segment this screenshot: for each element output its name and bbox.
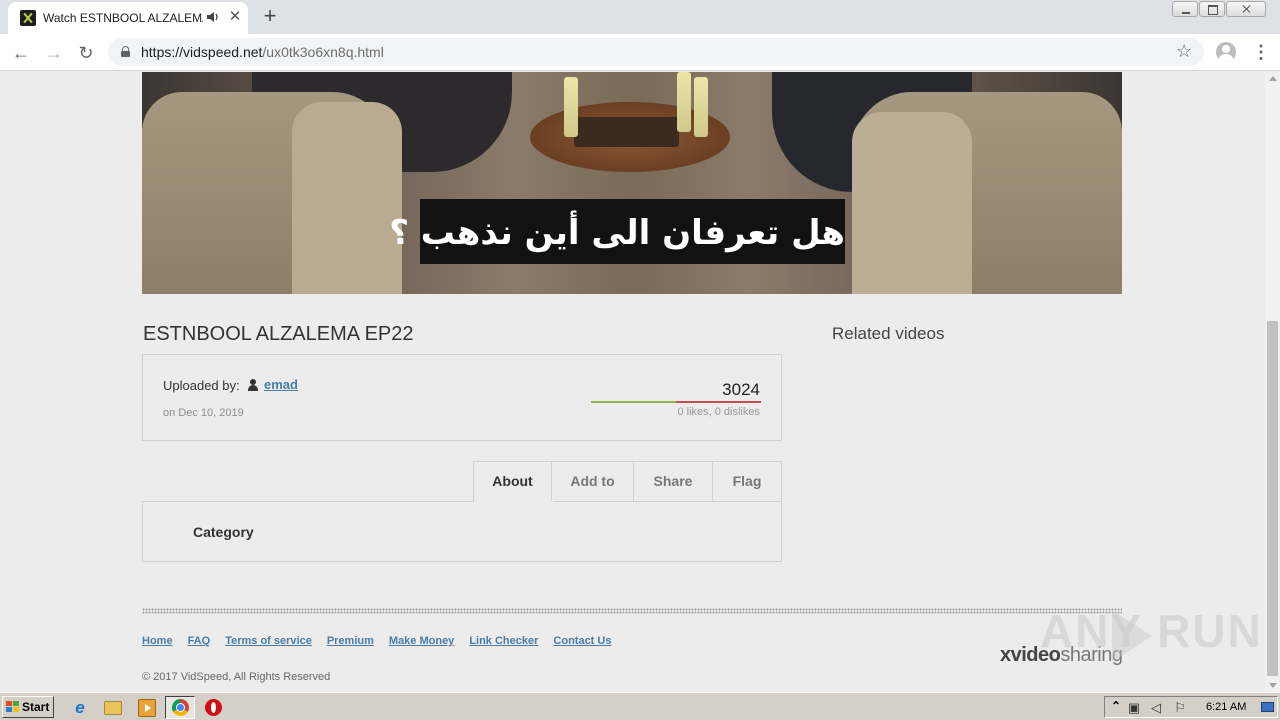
system-tray: ⌃ ▣ ◁ ⚐ 6:21 AM <box>1104 696 1278 718</box>
video-title: ESTNBOOL ALZALEMA EP22 <box>143 323 414 345</box>
show-hidden-icons-arrow[interactable]: ⌃ <box>1111 699 1121 713</box>
view-count: 3024 <box>722 380 760 399</box>
windows-taskbar: Start e ⌃ ▣ ◁ ⚐ 6:21 AM <box>0 692 1280 720</box>
close-window-button[interactable] <box>1226 1 1266 17</box>
window-controls <box>1171 1 1266 17</box>
taskbar-clock[interactable]: 6:21 AM <box>1206 701 1246 713</box>
tab-share[interactable]: Share <box>634 461 713 502</box>
footer-link-terms[interactable]: Terms of service <box>225 635 312 647</box>
maximize-button[interactable] <box>1199 1 1225 17</box>
tab-add-to[interactable]: Add to <box>552 461 634 502</box>
footer-links: Home FAQ Terms of service Premium Make M… <box>142 635 626 647</box>
video-scene-tray <box>574 117 679 147</box>
profile-avatar-icon[interactable] <box>1216 42 1236 62</box>
video-scene-glass <box>564 77 578 137</box>
video-tabs: About Add to Share Flag <box>473 461 782 502</box>
active-tab-joiner <box>474 501 553 502</box>
browser-tab[interactable]: Watch ESTNBOOL ALZALEMA EP22 ✕ <box>8 2 248 34</box>
footer-divider <box>142 608 1122 614</box>
footer-link-home[interactable]: Home <box>142 635 173 647</box>
page-viewport: هل تعرفان الى أين نذهب ؟ ESTNBOOL ALZALE… <box>0 72 1265 692</box>
video-scene-chair-right-back <box>852 112 972 294</box>
copyright-text: © 2017 VidSpeed, All Rights Reserved <box>142 671 331 683</box>
media-player-icon[interactable] <box>138 699 156 717</box>
tab-title: Watch ESTNBOOL ALZALEMA EP22 <box>43 11 203 25</box>
show-desktop-icon[interactable] <box>1261 702 1274 712</box>
video-player[interactable]: هل تعرفان الى أين نذهب ؟ <box>142 72 1122 294</box>
footer-link-make-money[interactable]: Make Money <box>389 635 454 647</box>
page-scrollbar[interactable] <box>1265 72 1280 692</box>
back-button[interactable]: ← <box>9 41 33 65</box>
bookmark-star-icon[interactable]: ☆ <box>1176 41 1192 62</box>
upload-date: on Dec 10, 2019 <box>163 407 244 419</box>
chrome-taskbar-button[interactable] <box>165 696 195 719</box>
start-button[interactable]: Start <box>2 696 54 718</box>
network-icon[interactable]: ▣ <box>1127 701 1141 714</box>
rating-bar <box>591 401 761 403</box>
about-panel: Category <box>142 501 782 562</box>
uploader-link[interactable]: emad <box>264 377 298 392</box>
scroll-down-arrow-icon[interactable] <box>1269 683 1277 688</box>
rating-like-fill <box>591 401 676 403</box>
lock-icon[interactable] <box>121 46 130 57</box>
url-path: /ux0tk3o6xn8q.html <box>262 44 384 60</box>
user-icon <box>248 379 258 391</box>
video-scene-chair-left-back <box>292 102 402 294</box>
minimize-button[interactable] <box>1172 1 1198 17</box>
footer-link-contact[interactable]: Contact Us <box>553 635 611 647</box>
volume-icon[interactable]: ◁ <box>1149 701 1163 714</box>
opera-icon[interactable] <box>205 699 222 716</box>
action-center-flag-icon[interactable]: ⚐ <box>1173 701 1187 714</box>
footer-link-premium[interactable]: Premium <box>327 635 374 647</box>
tab-about[interactable]: About <box>473 461 552 502</box>
footer-link-faq[interactable]: FAQ <box>188 635 211 647</box>
forward-button[interactable]: → <box>42 41 66 65</box>
reload-button[interactable]: ↻ <box>74 41 98 65</box>
category-label: Category <box>193 524 254 540</box>
anyrun-watermark: ANY RUN <box>1040 605 1263 657</box>
video-subtitle: هل تعرفان الى أين نذهب ؟ <box>389 213 845 253</box>
file-explorer-icon[interactable] <box>104 701 122 715</box>
url-text[interactable]: https://vidspeed.net/ux0tk3o6xn8q.html <box>141 44 384 60</box>
video-info-box: Uploaded by: emad on Dec 10, 2019 3024 0… <box>142 354 782 441</box>
chrome-icon <box>172 699 189 716</box>
vote-summary: 0 likes, 0 dislikes <box>677 406 760 418</box>
footer-link-link-checker[interactable]: Link Checker <box>469 635 538 647</box>
windows-logo-icon <box>6 701 19 713</box>
close-tab-icon[interactable]: ✕ <box>226 8 244 26</box>
video-scene-glass <box>677 72 691 132</box>
new-tab-button[interactable]: + <box>259 5 281 27</box>
tab-flag[interactable]: Flag <box>713 461 782 502</box>
url-host: https://vidspeed.net <box>141 44 263 60</box>
site-favicon-icon <box>20 10 36 26</box>
scroll-up-arrow-icon[interactable] <box>1269 76 1277 81</box>
uploaded-by-label: Uploaded by: <box>163 378 240 393</box>
related-videos-title: Related videos <box>832 324 945 343</box>
browser-menu-icon[interactable]: ⋮ <box>1252 42 1270 62</box>
video-scene-glass <box>694 77 708 137</box>
address-bar[interactable]: https://vidspeed.net/ux0tk3o6xn8q.html ☆ <box>108 38 1204 66</box>
browser-tab-strip: Watch ESTNBOOL ALZALEMA EP22 ✕ + <box>0 0 1280 34</box>
browser-toolbar: ← → ↻ https://vidspeed.net/ux0tk3o6xn8q.… <box>0 34 1280 71</box>
scroll-thumb[interactable] <box>1267 321 1278 676</box>
audio-playing-icon[interactable] <box>206 10 220 24</box>
start-label: Start <box>22 700 50 714</box>
internet-explorer-icon[interactable]: e <box>71 699 89 717</box>
